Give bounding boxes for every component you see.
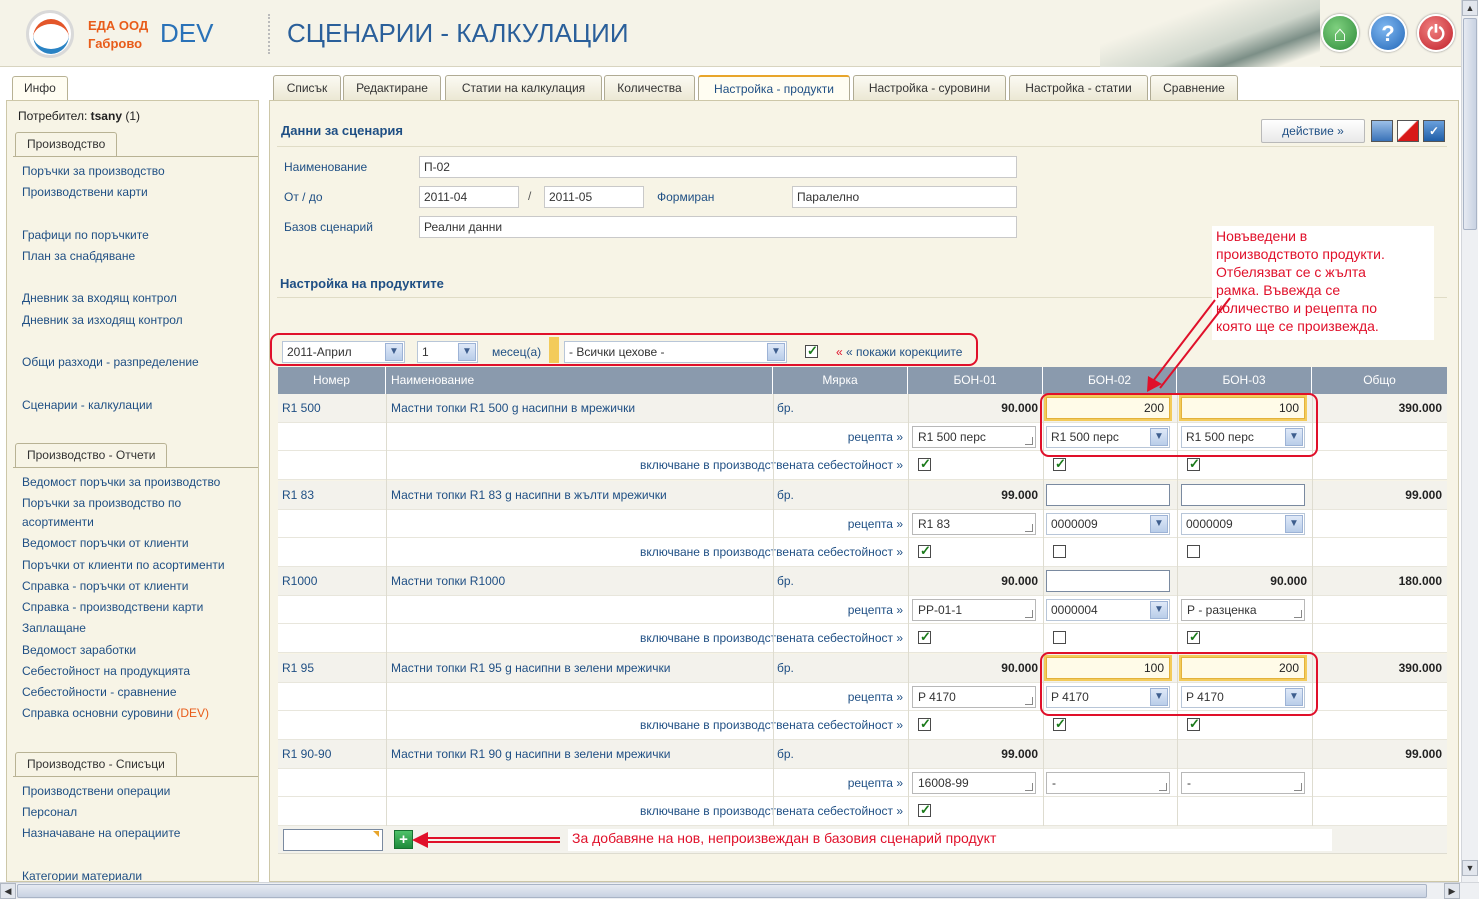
horizontal-scrollbar[interactable]: ◀ ▶ <box>0 882 1479 899</box>
arrow-line <box>1149 299 1216 386</box>
scroll-thumb[interactable] <box>17 884 1427 898</box>
scroll-down-icon[interactable]: ▼ <box>1462 860 1478 876</box>
arrow-head <box>412 832 428 848</box>
annotation-arrows <box>412 297 1231 848</box>
scroll-up-icon[interactable]: ▲ <box>1462 0 1478 16</box>
scroll-thumb[interactable] <box>1463 18 1477 230</box>
arrow-line <box>1159 297 1231 389</box>
vertical-scrollbar[interactable]: ▲ ▼ <box>1461 0 1478 882</box>
scroll-left-icon[interactable]: ◀ <box>0 883 16 899</box>
scroll-right-icon[interactable]: ▶ <box>1444 883 1460 899</box>
